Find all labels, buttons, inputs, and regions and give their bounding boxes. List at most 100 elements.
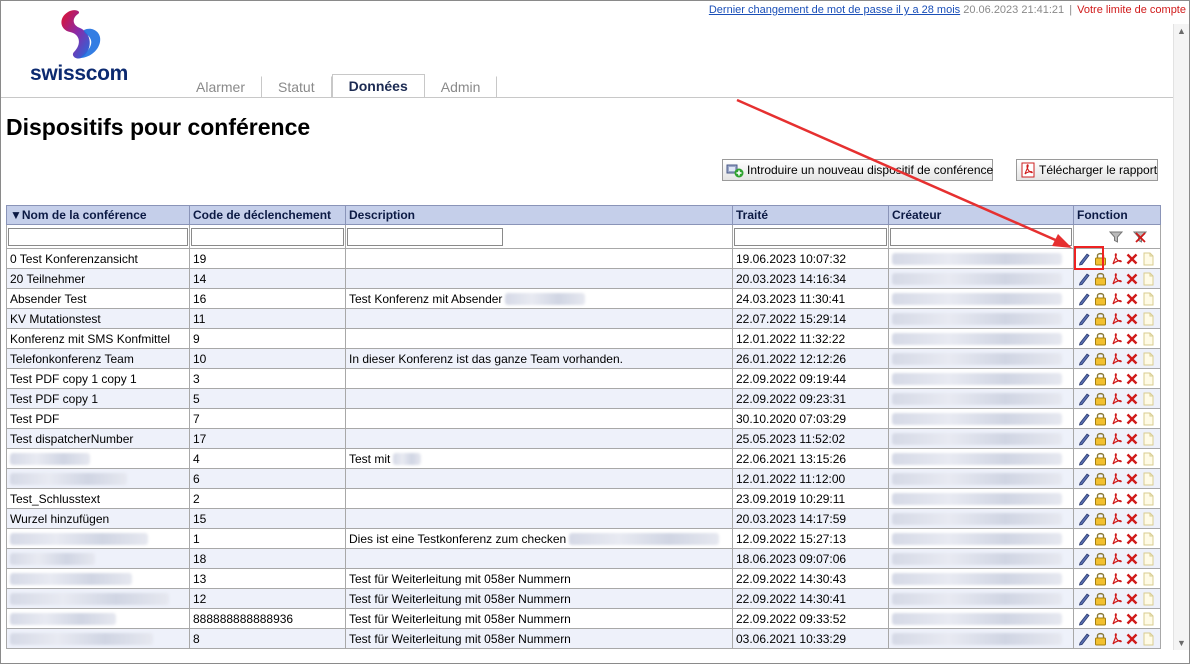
copy-icon[interactable]	[1141, 391, 1155, 407]
table-row[interactable]: 13 Test für Weiterleitung mit 058er Numme…	[6, 568, 1161, 589]
edit-icon[interactable]	[1077, 271, 1091, 287]
edit-icon[interactable]	[1077, 571, 1091, 587]
copy-icon[interactable]	[1141, 271, 1155, 287]
pdf-icon[interactable]	[1109, 331, 1123, 347]
delete-icon[interactable]	[1125, 251, 1139, 267]
table-row[interactable]: 8 Test für Weiterleitung mit 058er Nummer…	[6, 628, 1161, 649]
pdf-icon[interactable]	[1109, 271, 1123, 287]
new-conference-button[interactable]: Introduire un nouveau dispositif de conf…	[722, 159, 993, 181]
scroll-up-icon[interactable]: ▲	[1177, 26, 1186, 36]
lock-icon[interactable]	[1093, 471, 1107, 487]
delete-icon[interactable]	[1125, 531, 1139, 547]
pdf-icon[interactable]	[1109, 411, 1123, 427]
cell-name[interactable]	[6, 548, 190, 569]
pdf-icon[interactable]	[1109, 371, 1123, 387]
edit-icon[interactable]	[1077, 531, 1091, 547]
copy-icon[interactable]	[1141, 591, 1155, 607]
pdf-icon[interactable]	[1109, 511, 1123, 527]
lock-icon[interactable]	[1093, 251, 1107, 267]
pdf-icon[interactable]	[1109, 451, 1123, 467]
pdf-icon[interactable]	[1109, 391, 1123, 407]
edit-icon[interactable]	[1077, 491, 1091, 507]
tab-alarmer[interactable]: Alarmer	[180, 76, 263, 98]
col-header-name[interactable]: ▼Nom de la conférence	[6, 205, 190, 225]
pdf-icon[interactable]	[1109, 291, 1123, 307]
lock-icon[interactable]	[1093, 511, 1107, 527]
copy-icon[interactable]	[1141, 431, 1155, 447]
lock-icon[interactable]	[1093, 631, 1107, 647]
delete-icon[interactable]	[1125, 351, 1139, 367]
edit-icon[interactable]	[1077, 631, 1091, 647]
pdf-icon[interactable]	[1109, 571, 1123, 587]
cell-name[interactable]	[6, 568, 190, 589]
lock-icon[interactable]	[1093, 591, 1107, 607]
cell-name[interactable]: Konferenz mit SMS Konfmittel	[6, 328, 190, 349]
lock-icon[interactable]	[1093, 611, 1107, 627]
delete-icon[interactable]	[1125, 631, 1139, 647]
pdf-icon[interactable]	[1109, 611, 1123, 627]
edit-icon[interactable]	[1077, 551, 1091, 567]
pdf-icon[interactable]	[1109, 591, 1123, 607]
lock-icon[interactable]	[1093, 371, 1107, 387]
cell-name[interactable]: 20 Teilnehmer	[6, 268, 190, 289]
table-row[interactable]: Test dispatcherNumber 17 25.05.2023 11:52:…	[6, 428, 1161, 449]
lock-icon[interactable]	[1093, 311, 1107, 327]
lock-icon[interactable]	[1093, 571, 1107, 587]
table-row[interactable]: Absender Test 16 Test Konferenz mit Absend…	[6, 288, 1161, 309]
delete-icon[interactable]	[1125, 491, 1139, 507]
copy-icon[interactable]	[1141, 471, 1155, 487]
edit-icon[interactable]	[1077, 591, 1091, 607]
cell-name[interactable]	[6, 528, 190, 549]
table-row[interactable]: 888888888888936 Test für Weiterleitung mi…	[6, 608, 1161, 629]
copy-icon[interactable]	[1141, 631, 1155, 647]
copy-icon[interactable]	[1141, 611, 1155, 627]
table-row[interactable]: 1 Dies ist eine Testkonferenz zum checken…	[6, 528, 1161, 549]
filter-icon[interactable]	[1109, 230, 1123, 244]
cell-name[interactable]: 0 Test Konferenzansicht	[6, 248, 190, 269]
cell-name[interactable]	[6, 588, 190, 609]
copy-icon[interactable]	[1141, 531, 1155, 547]
clear-filter-icon[interactable]	[1133, 230, 1147, 244]
cell-name[interactable]: Test PDF	[6, 408, 190, 429]
cell-name[interactable]	[6, 608, 190, 629]
cell-name[interactable]: Telefonkonferenz Team	[6, 348, 190, 369]
delete-icon[interactable]	[1125, 551, 1139, 567]
delete-icon[interactable]	[1125, 331, 1139, 347]
tab-admin[interactable]: Admin	[424, 76, 498, 98]
pdf-icon[interactable]	[1109, 351, 1123, 367]
cell-name[interactable]: Absender Test	[6, 288, 190, 309]
delete-icon[interactable]	[1125, 431, 1139, 447]
filter-description-input[interactable]	[347, 227, 503, 246]
edit-icon[interactable]	[1077, 471, 1091, 487]
delete-icon[interactable]	[1125, 511, 1139, 527]
table-row[interactable]: 4 Test mit 22.06.2021 13:15:26	[6, 448, 1161, 469]
pdf-icon[interactable]	[1109, 431, 1123, 447]
table-row[interactable]: KV Mutationstest 11 22.07.2022 15:29:14	[6, 308, 1161, 329]
cell-name[interactable]: Test PDF copy 1 copy 1	[6, 368, 190, 389]
lock-icon[interactable]	[1093, 431, 1107, 447]
col-header-code[interactable]: Code de déclenchement	[189, 205, 346, 225]
scroll-down-icon[interactable]: ▼	[1177, 638, 1186, 648]
table-row[interactable]: Wurzel hinzufügen 15 20.03.2023 14:17:59	[6, 508, 1161, 529]
edit-icon[interactable]	[1077, 311, 1091, 327]
lock-icon[interactable]	[1093, 531, 1107, 547]
delete-icon[interactable]	[1125, 271, 1139, 287]
table-row[interactable]: Test PDF copy 1 5 22.09.2022 09:23:31	[6, 388, 1161, 409]
copy-icon[interactable]	[1141, 371, 1155, 387]
edit-icon[interactable]	[1077, 391, 1091, 407]
pdf-icon[interactable]	[1109, 251, 1123, 267]
table-row[interactable]: 6 12.01.2022 11:12:00	[6, 468, 1161, 489]
delete-icon[interactable]	[1125, 391, 1139, 407]
copy-icon[interactable]	[1141, 511, 1155, 527]
table-row[interactable]: Konferenz mit SMS Konfmittel 9 12.01.2022 …	[6, 328, 1161, 349]
cell-name[interactable]: Test dispatcherNumber	[6, 428, 190, 449]
delete-icon[interactable]	[1125, 371, 1139, 387]
vertical-scrollbar[interactable]: ▲ ▼	[1173, 24, 1189, 650]
lock-icon[interactable]	[1093, 451, 1107, 467]
filter-name-input[interactable]	[8, 227, 188, 246]
delete-icon[interactable]	[1125, 571, 1139, 587]
tab-donnees[interactable]: Données	[331, 74, 425, 98]
table-row[interactable]: 0 Test Konferenzansicht 19 19.06.2023 10:0…	[6, 248, 1161, 269]
delete-icon[interactable]	[1125, 451, 1139, 467]
lock-icon[interactable]	[1093, 331, 1107, 347]
